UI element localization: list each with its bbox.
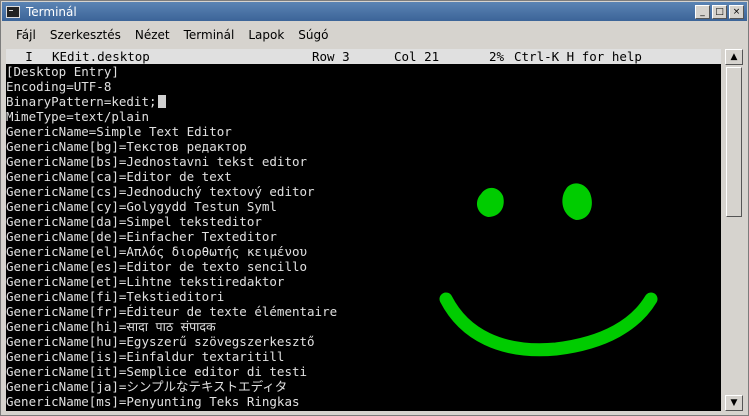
window-title: Terminál — [26, 4, 77, 19]
menu-help[interactable]: Súgó — [291, 28, 335, 42]
menu-file[interactable]: Fájl — [9, 28, 43, 42]
menu-view[interactable]: Nézet — [128, 28, 177, 42]
maximize-button[interactable]: □ — [712, 4, 727, 19]
green-smiley-drawing — [439, 183, 658, 357]
minimize-button[interactable]: _ — [695, 4, 710, 19]
menu-tabs[interactable]: Lapok — [241, 28, 291, 42]
scrollbar-thumb[interactable] — [726, 67, 742, 217]
menu-bar: Fájl Szerkesztés Nézet Terminál Lapok Sú… — [2, 23, 747, 47]
smiley-mouth — [439, 292, 658, 357]
menu-edit[interactable]: Szerkesztés — [43, 28, 128, 42]
terminal-app-icon[interactable] — [6, 5, 20, 18]
terminal-screen[interactable]: I KEdit.desktop Row 3 Col 21 2% Ctrl-K H for … — [6, 49, 721, 411]
terminal-scrollbar[interactable]: ▲ ▼ — [723, 49, 745, 411]
smiley-left-eye — [476, 187, 504, 217]
window-controls: _ □ × — [695, 4, 744, 19]
smiley-right-eye — [562, 183, 592, 220]
title-bar[interactable]: Terminál _ □ × — [2, 2, 747, 21]
scroll-up-arrow-icon[interactable]: ▲ — [725, 49, 743, 65]
menu-terminal[interactable]: Terminál — [177, 28, 242, 42]
close-button[interactable]: × — [729, 4, 744, 19]
scroll-down-arrow-icon[interactable]: ▼ — [725, 395, 743, 411]
terminal-window: Terminál _ □ × Fájl Szerkesztés Nézet Te… — [0, 0, 749, 416]
